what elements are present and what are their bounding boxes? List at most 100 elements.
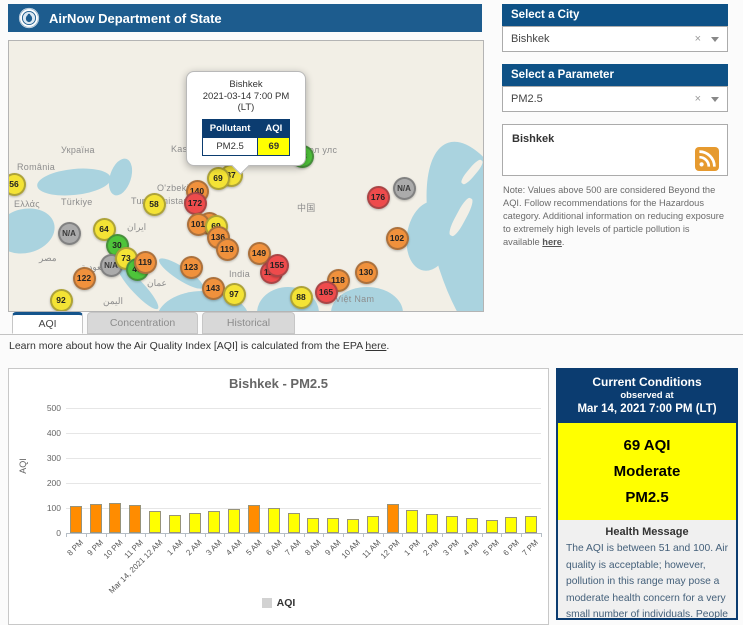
mediterranean-water (8, 202, 59, 259)
x-axis-label: 6 PM (501, 538, 521, 558)
aqi-map-marker[interactable]: 172 (184, 192, 207, 215)
y-axis-tick: 400 (27, 428, 61, 438)
aqi-map-marker[interactable]: 176 (367, 186, 390, 209)
legend-symbol (262, 598, 272, 608)
aqi-bar[interactable] (446, 516, 458, 533)
x-axis-tick (402, 533, 403, 537)
aqi-map-marker[interactable]: 165 (315, 281, 338, 304)
x-axis-tick (165, 533, 166, 537)
x-axis-label: 3 AM (205, 538, 224, 557)
aqi-map-marker[interactable]: N/A (58, 222, 81, 245)
parameter-select[interactable]: PM2.5 × (502, 86, 728, 112)
aqi-bar[interactable] (307, 518, 319, 534)
aqi-bar[interactable] (387, 504, 399, 533)
city-clear-icon[interactable]: × (695, 33, 701, 45)
aqi-map-marker[interactable]: 69 (207, 167, 230, 190)
aqi-map-marker[interactable]: 56 (8, 173, 26, 196)
aqi-map-marker[interactable]: 130 (355, 261, 378, 284)
popup-col-aqi: AQI (258, 119, 290, 137)
aqi-bar[interactable] (208, 511, 220, 534)
x-axis-label: 4 PM (462, 538, 482, 558)
learn-more-prefix: Learn more about how the Air Quality Ind… (9, 340, 365, 352)
map-place-label: Україна (61, 145, 95, 155)
y-axis-tick: 200 (27, 478, 61, 488)
rss-icon[interactable] (695, 147, 719, 171)
aqi-map-marker[interactable]: 58 (143, 193, 166, 216)
cc-aqi-box: 69 AQI Moderate PM2.5 (558, 423, 736, 520)
x-axis-label: 3 PM (442, 538, 462, 558)
aqi-bar[interactable] (149, 511, 161, 533)
x-axis-tick (501, 533, 502, 537)
parameter-clear-icon[interactable]: × (695, 93, 701, 105)
cc-pollutant: PM2.5 (558, 485, 736, 511)
y-axis-tick: 100 (27, 503, 61, 513)
aqi-map-marker[interactable]: 97 (223, 283, 246, 306)
aqi-map-marker[interactable]: 92 (50, 289, 73, 312)
aqi-bar[interactable] (426, 514, 438, 533)
learn-more-period: . (386, 340, 389, 352)
tab-aqi[interactable]: AQI (12, 312, 83, 334)
aqi-bar[interactable] (129, 505, 141, 534)
aqi-bar[interactable] (90, 504, 102, 534)
city-caret-icon[interactable] (711, 37, 719, 42)
note-here-link[interactable]: here (542, 237, 562, 247)
beyond-aqi-note: Note: Values above 500 are considered Be… (503, 184, 727, 249)
popup-col-pollutant: Pollutant (202, 119, 258, 137)
aqi-map-marker[interactable]: 119 (134, 251, 157, 274)
aqi-map-marker[interactable]: 88 (290, 286, 313, 309)
aqi-map-marker[interactable]: 119 (216, 238, 239, 261)
aqi-bar[interactable] (288, 513, 300, 533)
cc-observed-time: Mar 14, 2021 7:00 PM (LT) (560, 402, 734, 417)
cc-aqi-value: 69 AQI (558, 433, 736, 459)
x-axis-tick (86, 533, 87, 537)
map-popup: Bishkek 2021-03-14 7:00 PM (LT) Pollutan… (186, 71, 306, 166)
tab-historical[interactable]: Historical (202, 312, 295, 334)
x-axis-tick (66, 533, 67, 537)
y-axis-tick: 500 (27, 403, 61, 413)
popup-datetime: 2021-03-14 7:00 PM (191, 91, 301, 103)
x-axis-tick (442, 533, 443, 537)
legend-label[interactable]: AQI (277, 597, 296, 609)
aqi-bar[interactable] (228, 509, 240, 533)
city-select[interactable]: Bishkek × (502, 26, 728, 52)
aqi-bar[interactable] (347, 519, 359, 533)
learn-more-here-link[interactable]: here (365, 340, 386, 352)
aqi-map-marker[interactable]: 102 (386, 227, 409, 250)
aqi-map-marker[interactable]: 143 (202, 277, 225, 300)
aqi-map-marker[interactable]: 155 (266, 254, 289, 277)
dos-seal-icon (18, 7, 40, 29)
caspian-sea-water (105, 156, 137, 199)
aqi-bar[interactable] (327, 518, 339, 534)
x-axis-tick (224, 533, 225, 537)
x-axis-label: 7 AM (284, 538, 303, 557)
aqi-map[interactable]: УкраїнаRomâniaΕλλάςTürkiyeKasaO'zbekisto… (8, 40, 484, 312)
popup-table: Pollutant AQI PM2.5 69 (202, 119, 291, 156)
aqi-bar[interactable] (466, 518, 478, 533)
cc-health-text: The AQI is between 51 and 100. Air quali… (558, 541, 736, 625)
cc-title: Current Conditions (560, 375, 734, 390)
chart-legend: AQI (9, 597, 548, 609)
aqi-bar[interactable] (248, 505, 260, 533)
cc-aqi-category: Moderate (558, 459, 736, 485)
aqi-map-marker[interactable]: N/A (393, 177, 416, 200)
x-axis-tick (244, 533, 245, 537)
aqi-map-marker[interactable]: 123 (180, 256, 203, 279)
aqi-bar[interactable] (525, 516, 537, 533)
aqi-bar[interactable] (70, 506, 82, 533)
aqi-bar[interactable] (406, 510, 418, 534)
tab-concentration[interactable]: Concentration (87, 312, 198, 334)
aqi-bar[interactable] (505, 517, 517, 533)
x-axis-label: 8 AM (304, 538, 323, 557)
aqi-bar[interactable] (486, 520, 498, 534)
aqi-bar[interactable] (189, 513, 201, 533)
aqi-map-marker[interactable]: 122 (73, 267, 96, 290)
aqi-chart: Bishkek - PM2.5 AQI 0100200300400500 8 P… (8, 368, 549, 625)
parameter-caret-icon[interactable] (711, 97, 719, 102)
aqi-bar[interactable] (268, 508, 280, 533)
aqi-bar[interactable] (169, 515, 181, 533)
aqi-bar[interactable] (109, 503, 121, 534)
aqi-bar[interactable] (367, 516, 379, 533)
popup-aqi-value: 69 (258, 137, 290, 155)
x-axis-tick (185, 533, 186, 537)
x-axis-label: 11 AM (360, 538, 382, 560)
